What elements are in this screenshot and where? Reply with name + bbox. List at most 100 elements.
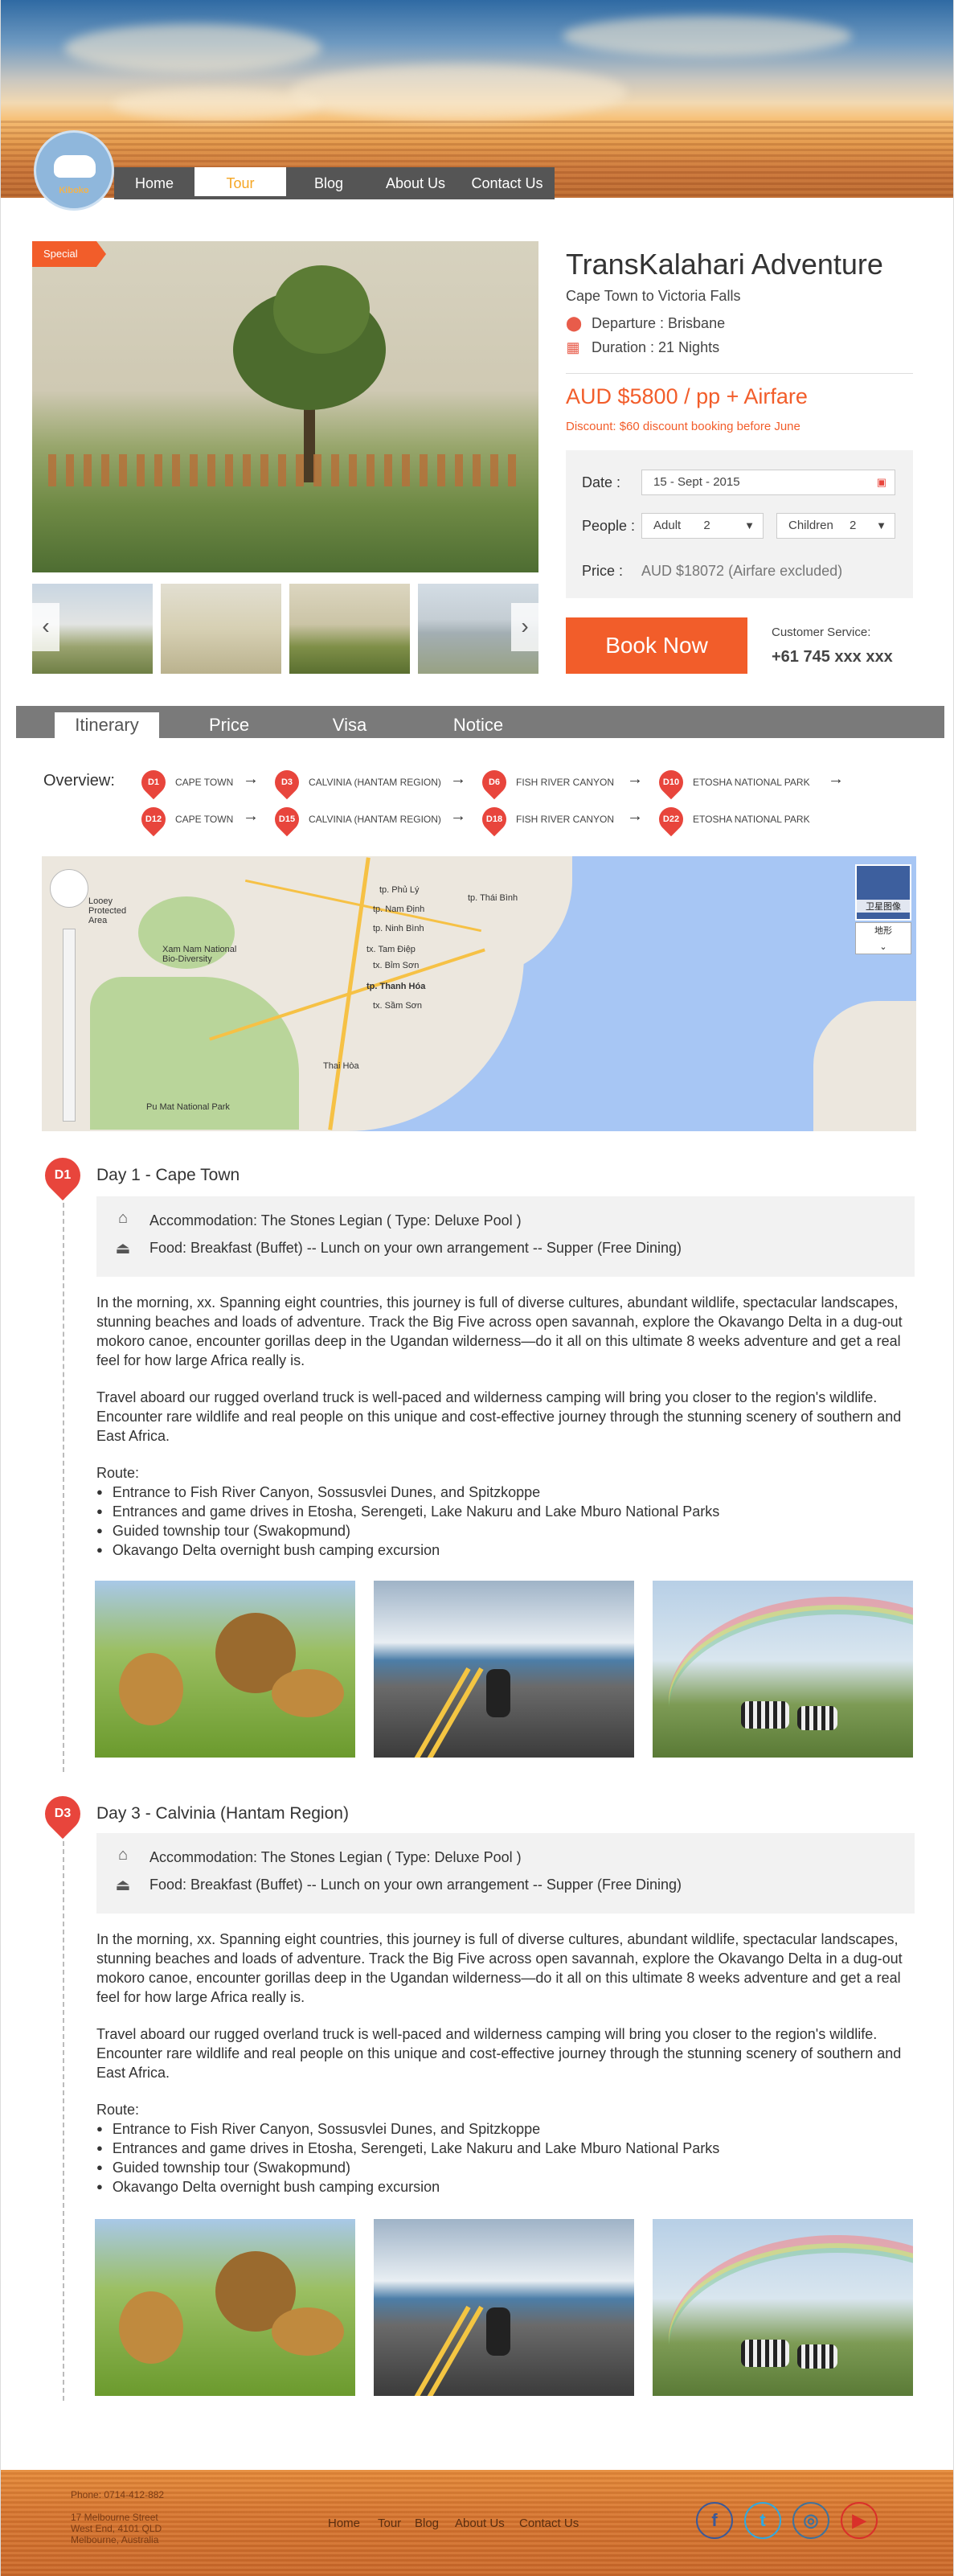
map-zoom-slider[interactable] bbox=[63, 929, 76, 1122]
calendar-icon[interactable]: ▣ bbox=[877, 470, 886, 494]
timeline-line bbox=[63, 1195, 64, 1772]
book-now-button[interactable]: Book Now bbox=[566, 617, 747, 674]
food-icon: ⏏ bbox=[115, 1877, 131, 1894]
route-map[interactable]: tp. Phủ Lý tp. Nam Định tp. Ninh Bình tx… bbox=[42, 856, 916, 1131]
day-marker-text: D12 bbox=[145, 814, 162, 824]
overview-place: CAPE TOWN bbox=[175, 814, 234, 825]
accommodation-text: Accommodation: The Stones Legian ( Type:… bbox=[149, 1212, 522, 1229]
adult-select[interactable]: Adult 2 ▼ bbox=[641, 513, 764, 539]
map-label: Xam Nam National Bio-Diversity bbox=[162, 945, 237, 964]
map-label: tx. Tam Điệp bbox=[366, 945, 416, 954]
customer-service-label: Customer Service: bbox=[772, 626, 871, 639]
arrow-right-icon: → bbox=[450, 807, 466, 825]
chevron-left-icon[interactable]: ‹ bbox=[32, 603, 59, 651]
route-item: Entrances and game drives in Etosha, Ser… bbox=[96, 2140, 719, 2157]
arrow-right-icon: → bbox=[243, 770, 259, 788]
zebra-rainbow-photo[interactable] bbox=[653, 2219, 913, 2396]
day-paragraph: In the morning, xx. Spanning eight count… bbox=[96, 1931, 903, 2005]
arrow-right-icon: → bbox=[627, 807, 643, 825]
children-value: 2 bbox=[850, 519, 857, 532]
footer-link-tour[interactable]: Tour bbox=[378, 2517, 401, 2530]
nav-blog[interactable]: Blog bbox=[286, 167, 371, 199]
nav-home[interactable]: Home bbox=[114, 167, 194, 199]
day-marker-text: D6 bbox=[488, 777, 501, 787]
accommodation-box: ⌂ Accommodation: The Stones Legian ( Typ… bbox=[96, 1833, 915, 1914]
map-label: tp. Nam Định bbox=[373, 904, 425, 914]
nav-tour[interactable]: Tour bbox=[194, 167, 286, 196]
overview-place: FISH RIVER CANYON bbox=[516, 777, 615, 788]
map-label: tx. Sầm Sơn bbox=[373, 1001, 423, 1011]
facebook-icon[interactable]: f bbox=[696, 2502, 733, 2539]
map-label: Pu Mat National Park bbox=[146, 1102, 230, 1112]
day-marker: D10 bbox=[653, 765, 689, 800]
map-terrain-toggle[interactable]: 地形 ⌄ bbox=[855, 922, 911, 954]
overview-place: CAPE TOWN bbox=[175, 777, 234, 788]
nav-about-us[interactable]: About Us bbox=[371, 167, 460, 199]
date-label: Date : bbox=[582, 474, 621, 490]
lions-photo[interactable] bbox=[95, 1581, 355, 1758]
children-select[interactable]: Children 2 ▼ bbox=[776, 513, 895, 539]
footer-link-contact-us[interactable]: Contact Us bbox=[519, 2517, 579, 2530]
trip-title: TransKalahari Adventure bbox=[566, 248, 883, 281]
footer-address-line: West End, 4101 QLD bbox=[71, 2523, 162, 2534]
car-logo-icon bbox=[54, 155, 96, 178]
tab-visa[interactable]: Visa bbox=[305, 712, 394, 738]
day-pin-text: D3 bbox=[54, 1807, 72, 1820]
route-item: Okavango Delta overnight bush camping ex… bbox=[96, 1542, 440, 1559]
day-title: Day 1 - Cape Town bbox=[96, 1166, 240, 1184]
arrow-right-icon: → bbox=[627, 770, 643, 788]
cyclist-road-photo[interactable] bbox=[374, 1581, 634, 1758]
chevron-down-icon: ▼ bbox=[876, 519, 886, 531]
date-picker[interactable]: 15 - Sept - 2015 ▣ bbox=[641, 470, 895, 495]
overview-label: Overview: bbox=[43, 772, 115, 790]
duration-info: ▦ Duration : 21 Nights bbox=[566, 339, 719, 356]
adult-value: 2 bbox=[703, 519, 710, 532]
route-item: Entrances and game drives in Etosha, Ser… bbox=[96, 1503, 719, 1520]
arrow-right-icon: → bbox=[243, 807, 259, 825]
map-label: tp. Ninh Bình bbox=[373, 924, 424, 933]
footer-link-home[interactable]: Home bbox=[328, 2517, 360, 2530]
children-label: Children bbox=[788, 519, 833, 532]
overview-place: ETOSHA NATIONAL PARK bbox=[693, 814, 810, 825]
tab-price[interactable]: Price bbox=[185, 712, 273, 738]
gallery-thumb[interactable] bbox=[161, 584, 281, 674]
cyclist-road-photo[interactable] bbox=[374, 2219, 634, 2396]
lions-photo[interactable] bbox=[95, 2219, 355, 2396]
gallery-thumb[interactable] bbox=[289, 584, 410, 674]
date-value: 15 - Sept - 2015 bbox=[653, 475, 740, 489]
tab-itinerary[interactable]: Itinerary bbox=[55, 712, 159, 738]
food-text: Food: Breakfast (Buffet) -- Lunch on you… bbox=[149, 1240, 682, 1256]
overview-place: CALVINIA (HANTAM REGION) bbox=[309, 814, 441, 825]
day-marker-text: D15 bbox=[278, 814, 296, 824]
price-label: Price : bbox=[582, 563, 624, 579]
map-pan-control[interactable] bbox=[50, 869, 88, 908]
satellite-label[interactable]: 卫星图像 bbox=[855, 900, 911, 913]
map-label: tx. Bỉm Sơn bbox=[373, 961, 420, 970]
twitter-icon[interactable]: t bbox=[744, 2502, 781, 2539]
route-label: Route: bbox=[96, 1465, 140, 1481]
logo-text: Kiboko bbox=[59, 186, 89, 195]
detail-tabs: Itinerary Price Visa Notice bbox=[16, 706, 944, 738]
route-item: Okavango Delta overnight bush camping ex… bbox=[96, 2179, 440, 2196]
youtube-icon[interactable]: ▶ bbox=[841, 2502, 878, 2539]
zebra-rainbow-photo[interactable] bbox=[653, 1581, 913, 1758]
route-item: Guided township tour (Swakopmund) bbox=[96, 1523, 350, 1540]
nav-contact-us[interactable]: Contact Us bbox=[460, 167, 555, 199]
location-pin-icon: ⬤ bbox=[566, 315, 583, 331]
day-marker-text: D22 bbox=[662, 814, 680, 824]
accommodation-box: ⌂ Accommodation: The Stones Legian ( Typ… bbox=[96, 1196, 915, 1277]
booking-panel: Date : 15 - Sept - 2015 ▣ People : Adult… bbox=[566, 450, 913, 598]
chevron-right-icon[interactable]: › bbox=[511, 603, 538, 651]
route-label: Route: bbox=[96, 2102, 140, 2118]
instagram-icon[interactable]: ◎ bbox=[792, 2502, 829, 2539]
tab-notice[interactable]: Notice bbox=[426, 712, 530, 738]
footer-phone: Phone: 0714-412-882 bbox=[71, 2489, 165, 2500]
special-badge: Special bbox=[32, 241, 106, 267]
site-logo[interactable]: Kiboko bbox=[34, 130, 114, 211]
food-text: Food: Breakfast (Buffet) -- Lunch on you… bbox=[149, 1877, 682, 1893]
day-title: Day 3 - Calvinia (Hantam Region) bbox=[96, 1804, 349, 1823]
main-nav: Home Tour Blog About Us Contact Us bbox=[114, 167, 555, 199]
footer-link-about-us[interactable]: About Us bbox=[455, 2517, 505, 2530]
home-icon: ⌂ bbox=[117, 1846, 129, 1864]
footer-link-blog[interactable]: Blog bbox=[415, 2517, 439, 2530]
